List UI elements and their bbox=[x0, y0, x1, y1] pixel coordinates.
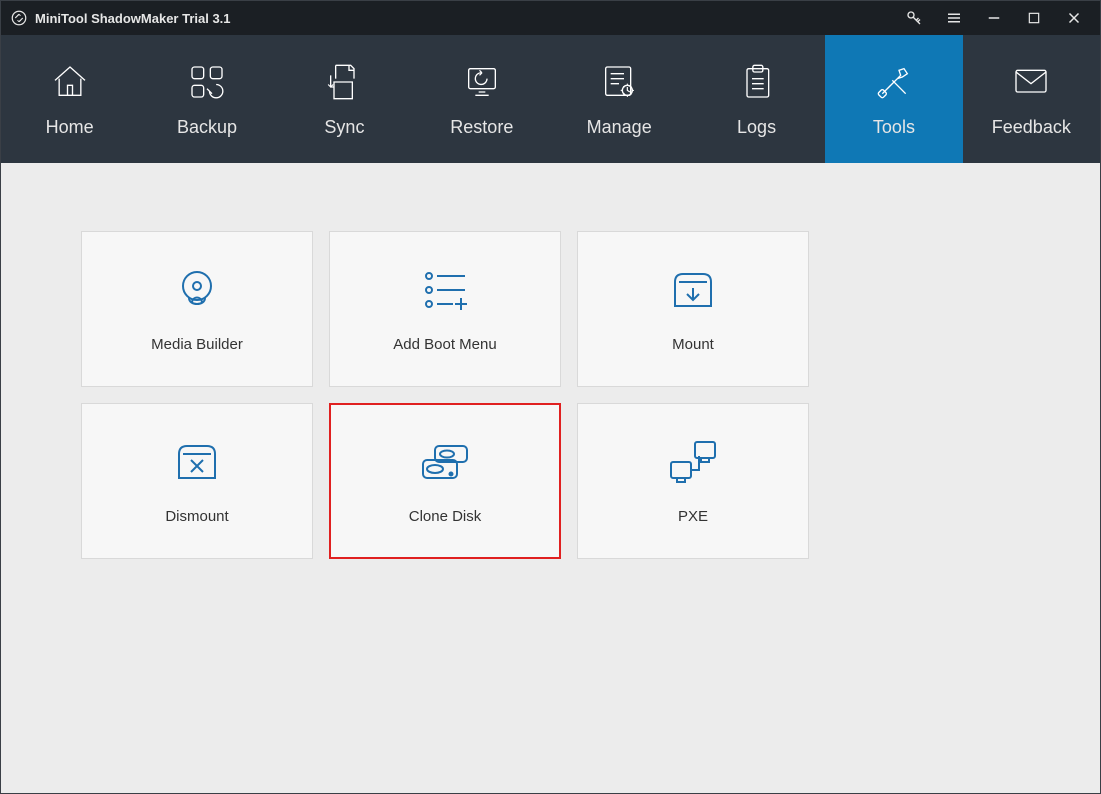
tile-pxe[interactable]: PXE bbox=[577, 403, 809, 559]
nav-label: Logs bbox=[737, 117, 776, 138]
nav-label: Feedback bbox=[992, 117, 1071, 138]
nav-restore[interactable]: Restore bbox=[413, 35, 550, 163]
tools-icon bbox=[873, 61, 915, 103]
nav-tools[interactable]: Tools bbox=[825, 35, 962, 163]
nav-home[interactable]: Home bbox=[1, 35, 138, 163]
nav-logs[interactable]: Logs bbox=[688, 35, 825, 163]
nav-manage[interactable]: Manage bbox=[551, 35, 688, 163]
dismount-icon bbox=[169, 438, 225, 486]
nav-backup[interactable]: Backup bbox=[138, 35, 275, 163]
logs-icon bbox=[736, 61, 778, 103]
nav-feedback[interactable]: Feedback bbox=[963, 35, 1100, 163]
app-title: MiniTool ShadowMaker Trial 3.1 bbox=[35, 11, 231, 26]
nav-label: Home bbox=[46, 117, 94, 138]
app-window: MiniTool ShadowMaker Trial 3.1 bbox=[0, 0, 1101, 794]
nav-label: Tools bbox=[873, 117, 915, 138]
tile-label: Add Boot Menu bbox=[393, 336, 496, 353]
tile-mount[interactable]: Mount bbox=[577, 231, 809, 387]
tile-label: Media Builder bbox=[151, 336, 243, 353]
restore-icon bbox=[461, 61, 503, 103]
home-icon bbox=[49, 61, 91, 103]
main-nav: Home Backup bbox=[1, 35, 1100, 163]
maximize-button[interactable] bbox=[1014, 1, 1054, 35]
nav-label: Sync bbox=[324, 117, 364, 138]
clone-disk-icon bbox=[417, 438, 473, 486]
close-button[interactable] bbox=[1054, 1, 1094, 35]
mount-icon bbox=[665, 266, 721, 314]
app-logo-icon bbox=[9, 8, 29, 28]
key-button[interactable] bbox=[894, 1, 934, 35]
nav-label: Backup bbox=[177, 117, 237, 138]
nav-label: Manage bbox=[587, 117, 652, 138]
backup-icon bbox=[186, 61, 228, 103]
tile-label: Dismount bbox=[165, 508, 228, 525]
add-boot-menu-icon bbox=[417, 266, 473, 314]
tile-dismount[interactable]: Dismount bbox=[81, 403, 313, 559]
tile-label: PXE bbox=[678, 508, 708, 525]
tile-media-builder[interactable]: Media Builder bbox=[81, 231, 313, 387]
feedback-icon bbox=[1010, 61, 1052, 103]
minimize-button[interactable] bbox=[974, 1, 1014, 35]
manage-icon bbox=[598, 61, 640, 103]
menu-button[interactable] bbox=[934, 1, 974, 35]
sync-icon bbox=[323, 61, 365, 103]
tools-panel: Media Builder Add Boot Menu bbox=[1, 163, 1100, 793]
tile-add-boot-menu[interactable]: Add Boot Menu bbox=[329, 231, 561, 387]
tile-label: Clone Disk bbox=[409, 508, 482, 525]
media-builder-icon bbox=[169, 266, 225, 314]
tile-label: Mount bbox=[672, 336, 714, 353]
nav-sync[interactable]: Sync bbox=[276, 35, 413, 163]
nav-label: Restore bbox=[450, 117, 513, 138]
titlebar: MiniTool ShadowMaker Trial 3.1 bbox=[1, 1, 1100, 35]
pxe-icon bbox=[665, 438, 721, 486]
tile-clone-disk[interactable]: Clone Disk bbox=[329, 403, 561, 559]
